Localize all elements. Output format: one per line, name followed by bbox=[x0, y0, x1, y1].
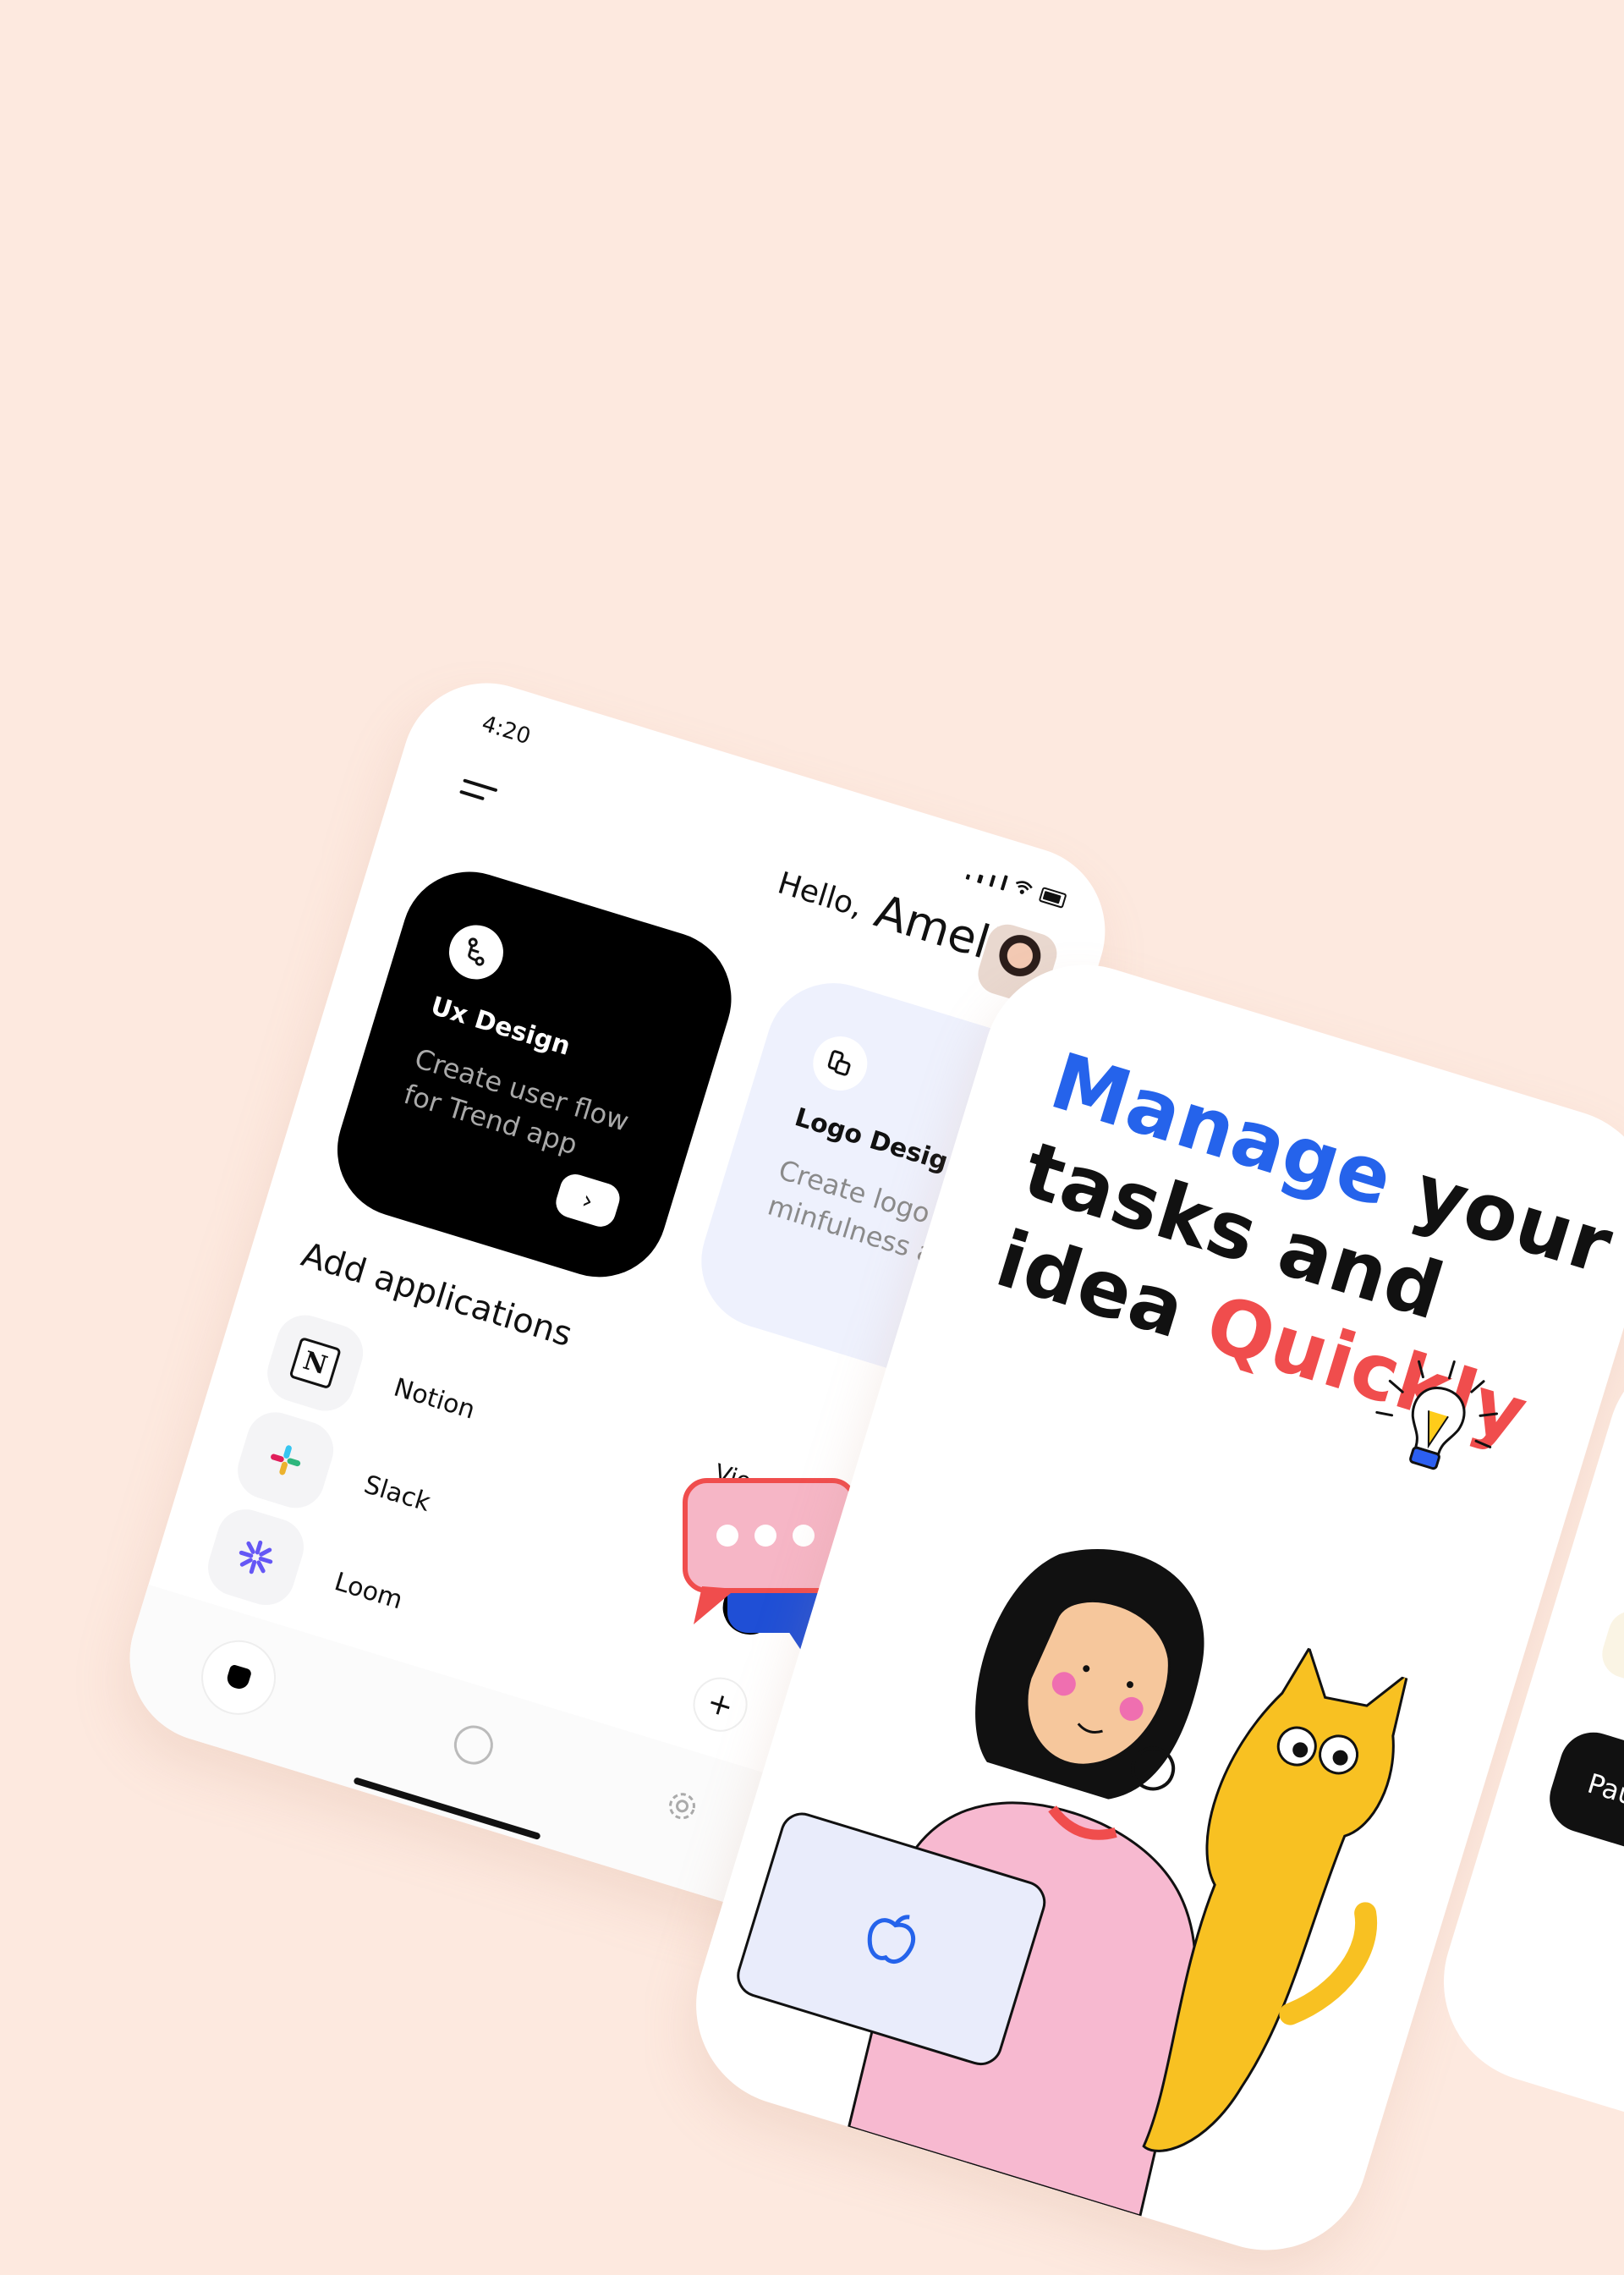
home-indicator bbox=[353, 1777, 541, 1841]
logo-icon bbox=[806, 1030, 875, 1098]
wifi-icon bbox=[1016, 881, 1034, 894]
app-name: Slack bbox=[360, 1470, 434, 1519]
flow-icon bbox=[442, 918, 510, 986]
settings-icon[interactable] bbox=[661, 1785, 704, 1827]
signal-icon bbox=[965, 874, 971, 881]
headline: Manage your tasks and idea Quickly bbox=[986, 1035, 1624, 1475]
notion-icon: N bbox=[260, 1308, 370, 1419]
card-open-button[interactable]: › bbox=[551, 1170, 623, 1231]
activity-icon[interactable] bbox=[449, 1720, 498, 1770]
signal-bar bbox=[989, 874, 996, 887]
status-time: 4:20 bbox=[479, 711, 534, 750]
card-subtitle: Create user flow for Trend app bbox=[400, 1041, 633, 1162]
battery-icon bbox=[1038, 886, 1067, 909]
loom-icon bbox=[200, 1502, 311, 1613]
menu-icon[interactable] bbox=[457, 778, 498, 813]
greeting-text: Hello, bbox=[773, 865, 867, 925]
timeline-node bbox=[1596, 1605, 1624, 1690]
signal-bar bbox=[1000, 875, 1009, 891]
apple-icon bbox=[867, 1915, 916, 1965]
app-name: Loom bbox=[331, 1567, 407, 1616]
home-icon[interactable] bbox=[192, 1630, 285, 1724]
add-loom-button[interactable]: + bbox=[686, 1670, 754, 1739]
pause-button[interactable]: Pause bbox=[1541, 1723, 1624, 1896]
task-card-ux-design[interactable]: Ux Design Create user flow for Trend app… bbox=[321, 854, 749, 1294]
app-name: Notion bbox=[390, 1372, 479, 1426]
signal-bar bbox=[977, 874, 984, 884]
slack-icon bbox=[230, 1404, 341, 1515]
status-icons bbox=[965, 861, 1068, 909]
